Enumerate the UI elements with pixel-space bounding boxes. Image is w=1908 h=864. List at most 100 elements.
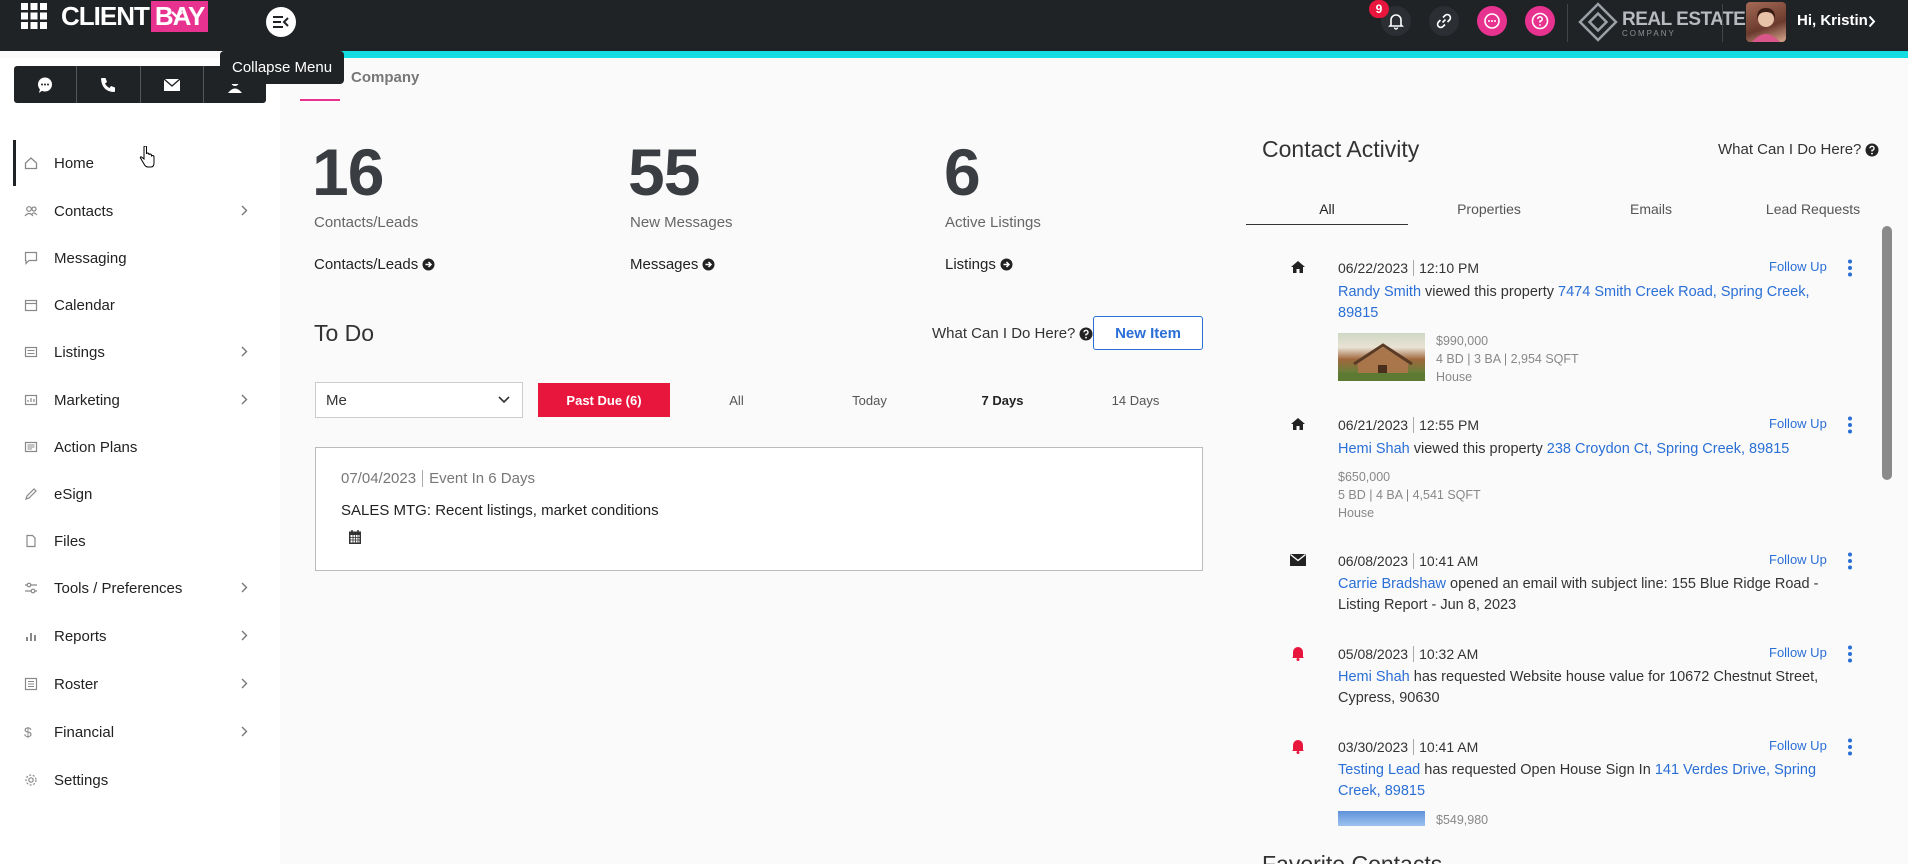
brand-chevron-down-icon[interactable] [170, 10, 184, 20]
todo-task-card[interactable]: 07/04/2023 Event In 6 Days SALES MTG: Re… [315, 447, 1203, 571]
chevron-right-icon [241, 394, 248, 405]
todo-help-link[interactable]: What Can I Do Here? [932, 325, 1093, 342]
activity-time: 10:32 AM [1419, 646, 1479, 662]
help-button[interactable] [1525, 6, 1555, 36]
user-avatar[interactable] [1746, 2, 1786, 42]
sidebar-item-tools-preferences[interactable]: Tools / Preferences [0, 568, 260, 608]
property-thumbnail[interactable] [1338, 811, 1425, 826]
contacts-leads-link[interactable]: Contacts/Leads [314, 256, 435, 273]
sidebar-item-label: Messaging [54, 249, 127, 267]
sidebar-item-home[interactable]: Home [0, 143, 260, 183]
property-thumbnail[interactable] [1338, 333, 1425, 381]
follow-up-link[interactable]: Follow Up [1769, 259, 1827, 274]
sidebar-item-calendar[interactable]: Calendar [0, 285, 260, 325]
contacts-icon [24, 204, 46, 218]
filter-7-days[interactable]: 7 Days [936, 383, 1069, 417]
sidebar-item-settings[interactable]: Settings [0, 760, 260, 800]
question-circle-icon [1865, 143, 1879, 156]
quick-call-button[interactable] [77, 66, 141, 103]
more-options-icon[interactable] [1848, 416, 1852, 434]
contact-link[interactable]: Testing Lead [1338, 762, 1420, 778]
activity-action-text: has requested Open House Sign In [1420, 762, 1655, 778]
accent-strip [230, 51, 1908, 58]
calendar-icon [348, 529, 362, 545]
property-price: $650,000 [1338, 470, 1391, 484]
link-button[interactable] [1429, 6, 1459, 36]
more-options-icon[interactable] [1848, 645, 1852, 663]
collapse-menu-button[interactable] [266, 7, 296, 37]
more-options-icon[interactable] [1848, 552, 1852, 570]
contact-link[interactable]: Carrie Bradshaw [1338, 576, 1446, 592]
header-divider [1567, 4, 1568, 42]
assignee-select[interactable]: Me [315, 382, 523, 418]
stat-messages-label: New Messages [630, 214, 733, 231]
messages-link[interactable]: Messages [630, 256, 715, 273]
activity-help-link[interactable]: What Can I Do Here? [1718, 141, 1879, 158]
activity-tab-properties[interactable]: Properties [1408, 193, 1570, 225]
activity-time: 10:41 AM [1419, 739, 1479, 755]
todo-help-text: What Can I Do Here? [932, 325, 1076, 342]
house-icon [1290, 260, 1306, 274]
activity-timestamp: 05/08/2023 10:32 AM [1338, 646, 1478, 662]
arrow-circle-right-icon [702, 258, 715, 271]
stat-messages-link-text: Messages [630, 256, 699, 273]
chevron-right-icon [241, 630, 248, 641]
sidebar-item-esign[interactable]: eSign [0, 474, 260, 514]
property-link[interactable]: 238 Croydon Ct, Spring Creek, 89815 [1547, 441, 1790, 457]
sidebar-item-financial[interactable]: $ Financial [0, 712, 260, 752]
activity-tab-emails[interactable]: Emails [1570, 193, 1732, 225]
sidebar-item-listings[interactable]: Listings [0, 332, 260, 372]
tab-company[interactable]: Company [351, 69, 419, 86]
client-bay-logo[interactable]: CLIENT BAY [61, 0, 209, 32]
sidebar-item-files[interactable]: Files [0, 521, 260, 561]
activity-scrollbar-thumb[interactable] [1882, 226, 1892, 480]
sidebar-item-reports[interactable]: Reports [0, 616, 260, 656]
property-meta: $990,000 4 BD | 3 BA | 2,954 SQFT House [1436, 332, 1579, 386]
listings-link[interactable]: Listings [945, 256, 1013, 273]
user-greeting[interactable]: Hi, Kristin [1797, 12, 1868, 29]
sidebar-item-roster[interactable]: Roster [0, 664, 260, 704]
chat-button[interactable] [1477, 6, 1507, 36]
sidebar-item-marketing[interactable]: Marketing [0, 380, 260, 420]
question-circle-icon [1531, 12, 1549, 30]
activity-time: 12:10 PM [1419, 260, 1480, 276]
follow-up-link[interactable]: Follow Up [1769, 645, 1827, 660]
activity-tab-lead-requests[interactable]: Lead Requests [1732, 193, 1894, 225]
quick-email-button[interactable] [141, 66, 204, 103]
activity-description: Testing Lead has requested Open House Si… [1338, 760, 1838, 802]
activity-description: Hemi Shah has requested Website house va… [1338, 667, 1838, 709]
chevron-right-icon[interactable] [1868, 15, 1876, 28]
more-options-icon[interactable] [1848, 738, 1852, 756]
activity-timestamp: 06/21/2023 12:55 PM [1338, 417, 1479, 433]
sidebar-item-messaging[interactable]: Messaging [0, 238, 260, 278]
sidebar-item-action-plans[interactable]: Action Plans [0, 427, 260, 467]
activity-tab-all[interactable]: All [1246, 193, 1408, 225]
filter-today[interactable]: Today [803, 383, 936, 417]
follow-up-link[interactable]: Follow Up [1769, 552, 1827, 567]
sidebar-item-contacts[interactable]: Contacts [0, 191, 260, 231]
file-icon [24, 534, 46, 548]
mouse-pointer-icon [139, 146, 155, 168]
contact-link[interactable]: Hemi Shah [1338, 441, 1410, 457]
new-item-button[interactable]: New Item [1093, 316, 1203, 350]
property-specs: 4 BD | 3 BA | 2,954 SQFT [1436, 352, 1579, 366]
contact-link[interactable]: Randy Smith [1338, 284, 1421, 300]
favorite-contacts-title: Favorite Contacts [1262, 851, 1443, 864]
filter-14-days[interactable]: 14 Days [1069, 383, 1202, 417]
chevron-right-icon [241, 678, 248, 689]
contact-link[interactable]: Hemi Shah [1338, 669, 1410, 685]
sidebar-item-label: Home [54, 154, 95, 172]
more-options-icon[interactable] [1848, 259, 1852, 277]
pen-icon [24, 487, 46, 501]
filter-past-due[interactable]: Past Due (6) [538, 383, 670, 417]
app-grid-icon[interactable] [20, 2, 48, 30]
real-estate-logo-icon [1578, 2, 1618, 42]
property-specs: 5 BD | 4 BA | 4,541 SQFT [1338, 488, 1481, 502]
sidebar-item-label: Settings [54, 771, 109, 789]
filter-all[interactable]: All [670, 383, 803, 417]
follow-up-link[interactable]: Follow Up [1769, 738, 1827, 753]
quick-message-button[interactable] [14, 66, 78, 103]
activity-action-text: viewed this property [1421, 284, 1559, 300]
activity-action-text: viewed this property [1409, 441, 1547, 457]
follow-up-link[interactable]: Follow Up [1769, 416, 1827, 431]
